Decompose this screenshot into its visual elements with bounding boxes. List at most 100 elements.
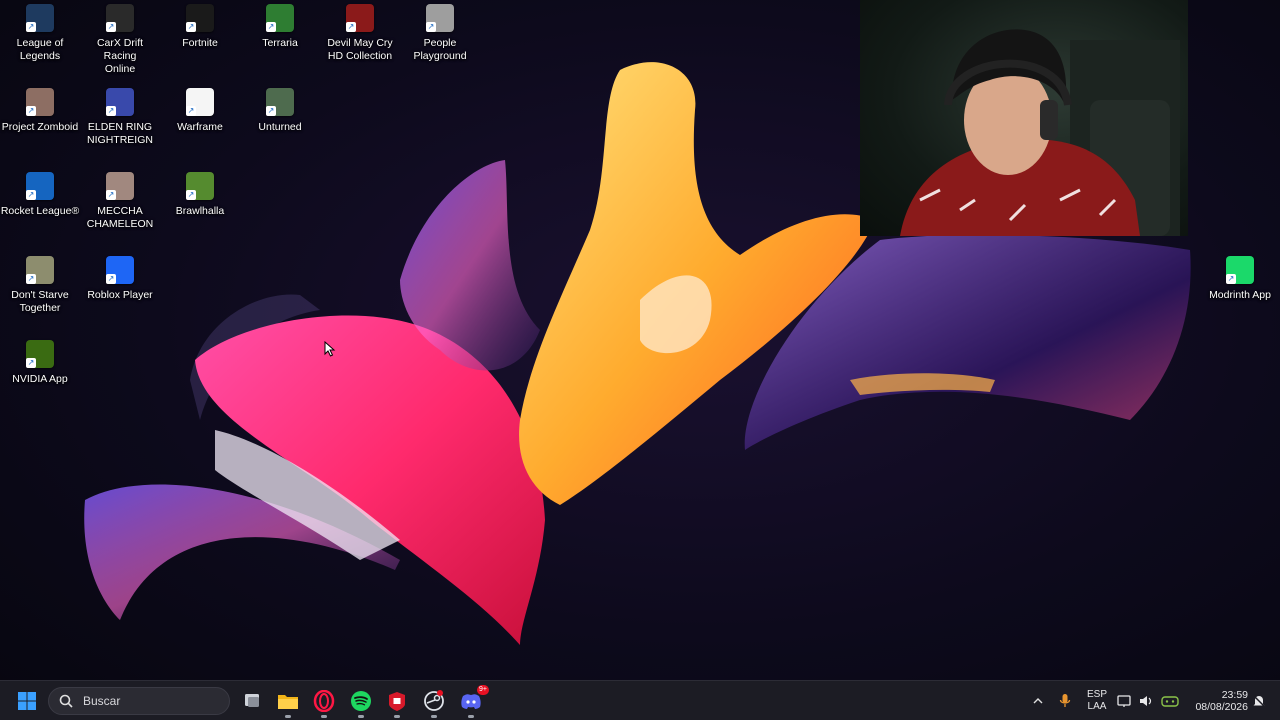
spotify-icon <box>351 691 371 711</box>
shortcut-arrow-icon: ↗ <box>1226 274 1236 284</box>
show-hidden-icons-button[interactable] <box>1024 685 1052 717</box>
red-app-icon <box>389 692 405 711</box>
clock-date: 08/08/2026 <box>1195 701 1248 713</box>
shortcut-arrow-icon: ↗ <box>26 106 36 116</box>
desktop-shortcut-label: ELDEN RING NIGHTREIGN <box>87 121 153 146</box>
shortcut-arrow-icon: ↗ <box>186 22 196 32</box>
desktop-shortcut[interactable]: ↗ CarX Drift Racing Online <box>80 0 160 76</box>
notification-bell-icon <box>1252 694 1266 708</box>
desktop-shortcut-label: Rocket League® <box>0 205 80 217</box>
warframe-icon: ↗ <box>186 88 214 116</box>
file-explorer-button[interactable] <box>272 685 304 718</box>
desktop-shortcut[interactable]: ↗ MECCHA CHAMELEON <box>80 168 160 231</box>
volume-icon <box>1140 696 1152 706</box>
desktop-shortcut[interactable]: ↗ Terraria <box>240 0 320 50</box>
taskbar: Buscar 9+ ESP LAA 23:59 08/08/2026 <box>0 680 1280 720</box>
start-button[interactable] <box>11 685 43 717</box>
clock-button[interactable]: 23:59 08/08/2026 <box>1186 685 1248 717</box>
network-icon <box>1117 695 1131 707</box>
desktop-shortcut[interactable]: ↗ Don't Starve Together <box>0 252 80 315</box>
fortnite-epic-icon: ↗ <box>186 4 214 32</box>
desktop-shortcut-label: Devil May Cry HD Collection <box>327 37 393 62</box>
opera-gx-button[interactable] <box>308 685 340 718</box>
brawlhalla-icon: ↗ <box>186 172 214 200</box>
desktop-shortcut[interactable]: ↗ Modrinth App <box>1200 252 1280 302</box>
desktop-shortcut-label: CarX Drift Racing Online <box>96 37 144 75</box>
desktop-shortcut-label: Don't Starve Together <box>11 289 69 314</box>
mouse-cursor-icon <box>324 341 336 357</box>
streamer-video-feed <box>900 29 1180 236</box>
desktop-shortcut-label: NVIDIA App <box>12 373 68 385</box>
desktop-shortcut[interactable]: ↗ Devil May Cry HD Collection <box>320 0 400 63</box>
desktop-shortcut[interactable]: ↗ Brawlhalla <box>160 168 240 218</box>
desktop-shortcut-label: Terraria <box>262 37 298 49</box>
desktop-shortcut[interactable]: ↗ League of Legends <box>0 0 80 63</box>
desktop-shortcut[interactable]: ↗ Fortnite <box>160 0 240 50</box>
notifications-button[interactable] <box>1248 685 1270 717</box>
terraria-tree-icon: ↗ <box>266 4 294 32</box>
carx-drift-racing-icon: ↗ <box>106 4 134 32</box>
desktop-shortcut-label: Project Zomboid <box>1 121 79 133</box>
folder-icon <box>278 695 298 709</box>
meccha-chameleon-icon: ↗ <box>106 172 134 200</box>
roblox-icon: ↗ <box>106 256 134 284</box>
desktop-shortcut-label: MECCHA CHAMELEON <box>86 205 154 230</box>
app-red-button[interactable] <box>381 685 413 718</box>
desktop-shortcut-label: People Playground <box>413 37 467 62</box>
desktop-shortcut[interactable]: ↗ People Playground <box>400 0 480 63</box>
desktop-shortcut[interactable]: ↗ Warframe <box>160 84 240 134</box>
discord-notification-badge: 9+ <box>477 685 489 695</box>
windows-start-icon <box>18 692 36 710</box>
shortcut-arrow-icon: ↗ <box>266 22 276 32</box>
rocket-league-icon: ↗ <box>26 172 54 200</box>
language-switcher[interactable]: ESP LAA <box>1080 685 1114 717</box>
people-playground-icon: ↗ <box>426 4 454 32</box>
opera-gx-icon <box>313 690 335 712</box>
search-placeholder: Buscar <box>83 694 121 708</box>
discord-button[interactable]: 9+ <box>455 685 489 718</box>
desktop-shortcut-label: Unturned <box>258 121 302 133</box>
task-view-icon <box>245 694 259 707</box>
search-box[interactable]: Buscar <box>48 687 230 715</box>
unturned-icon: ↗ <box>266 88 294 116</box>
microphone-icon <box>1059 694 1071 707</box>
shortcut-arrow-icon: ↗ <box>26 274 36 284</box>
steam-button[interactable] <box>418 685 450 718</box>
shortcut-arrow-icon: ↗ <box>186 190 196 200</box>
desktop-shortcut[interactable]: ↗ Rocket League® <box>0 168 80 218</box>
language-code: ESP <box>1086 689 1107 700</box>
clock-time: 23:59 <box>1221 689 1248 701</box>
battery-gamepad-icon <box>1161 696 1179 707</box>
desktop-shortcut[interactable]: ↗ ELDEN RING NIGHTREIGN <box>80 84 160 147</box>
shortcut-arrow-icon: ↗ <box>106 190 116 200</box>
webcam-overlay <box>860 0 1188 236</box>
shortcut-arrow-icon: ↗ <box>106 106 116 116</box>
chevron-up-icon <box>1033 698 1043 704</box>
keyboard-layout: LAA <box>1087 701 1107 712</box>
shortcut-arrow-icon: ↗ <box>106 22 116 32</box>
microphone-button[interactable] <box>1052 685 1078 717</box>
shortcut-arrow-icon: ↗ <box>426 22 436 32</box>
shortcut-arrow-icon: ↗ <box>186 106 196 116</box>
desktop-shortcut[interactable]: ↗ Unturned <box>240 84 320 134</box>
shortcut-arrow-icon: ↗ <box>346 22 356 32</box>
league-of-legends-icon: ↗ <box>26 4 54 32</box>
task-view-button[interactable] <box>236 685 268 717</box>
shortcut-arrow-icon: ↗ <box>26 190 36 200</box>
shortcut-arrow-icon: ↗ <box>26 22 36 32</box>
project-zomboid-icon: ↗ <box>26 88 54 116</box>
search-icon <box>59 694 73 708</box>
desktop-shortcut-label: Fortnite <box>182 37 218 49</box>
devil-may-cry-icon: ↗ <box>346 4 374 32</box>
desktop-shortcut[interactable]: ↗ Project Zomboid <box>0 84 80 134</box>
desktop-shortcut[interactable]: ↗ Roblox Player <box>80 252 160 302</box>
desktop-shortcut-label: Modrinth App <box>1209 289 1271 301</box>
system-tray-status[interactable] <box>1116 685 1182 717</box>
desktop-shortcut-label: Warframe <box>177 121 223 133</box>
desktop-shortcut-label: Brawlhalla <box>175 205 225 217</box>
nvidia-icon: ↗ <box>26 340 54 368</box>
spotify-button[interactable] <box>345 685 377 718</box>
shortcut-arrow-icon: ↗ <box>26 358 36 368</box>
desktop-shortcut[interactable]: ↗ NVIDIA App <box>0 336 80 386</box>
modrinth-icon: ↗ <box>1226 256 1254 284</box>
